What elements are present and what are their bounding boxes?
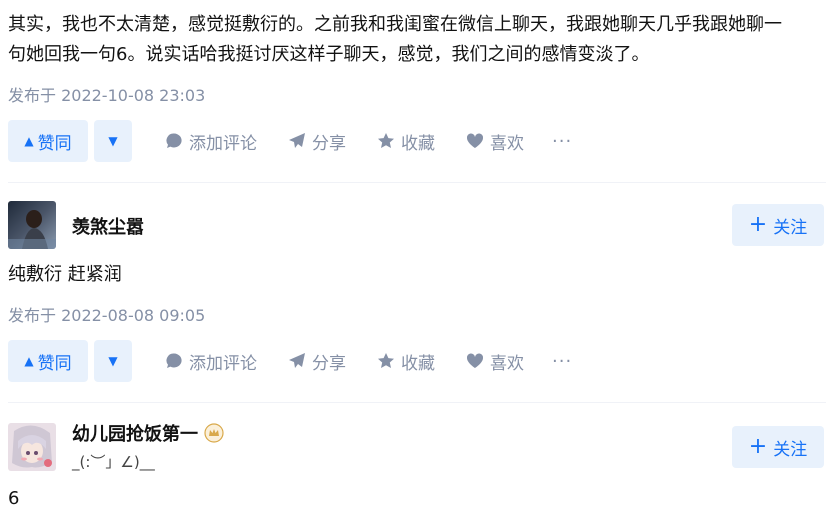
follow-label: 关注 [773,217,808,238]
downvote-button[interactable]: ▼ [94,120,132,162]
star-icon [376,131,396,151]
comment-button[interactable]: 添加评论 [164,349,257,374]
follow-label: 关注 [773,439,808,460]
share-icon [287,131,307,151]
comment-button[interactable]: 添加评论 [164,129,257,154]
answer-content-line: 其实，我也不太清楚，感觉挺敷衍的。之前我和我闺蜜在微信上聊天，我跟她聊天几乎我跟… [8,14,782,35]
plus-icon: + [748,434,768,459]
crown-badge-icon [204,423,224,443]
like-label: 喜欢 [490,133,524,154]
triangle-down-icon: ▼ [108,354,118,368]
upvote-button[interactable]: ▲ 赞同 [8,120,88,162]
heart-icon [465,131,485,151]
answer-content: 其实，我也不太清楚，感觉挺敷衍的。之前我和我闺蜜在微信上聊天，我跟她聊天几乎我跟… [8,10,828,70]
collect-label: 收藏 [401,133,435,154]
publish-time: 发布于 2022-10-08 23:03 [8,86,206,105]
divider [8,182,826,183]
share-label: 分享 [312,353,346,374]
comment-icon [164,131,184,151]
heart-icon [465,351,485,371]
comment-label: 添加评论 [189,133,257,154]
action-bar: ▲ 赞同 ▼ 添加评论 分享 收藏 喜欢 ··· [8,120,572,162]
downvote-button[interactable]: ▼ [94,340,132,382]
more-button[interactable]: ··· [552,351,572,372]
answer-content: 纯敷衍 赶紧润 [8,260,122,290]
comment-icon [164,351,184,371]
triangle-down-icon: ▼ [108,134,118,148]
divider [8,402,826,403]
like-button[interactable]: 喜欢 [465,349,524,374]
answer-content-line: 纯敷衍 赶紧润 [8,264,122,285]
answer-content-line: 6 [8,488,20,509]
answer-content: 6 [8,484,19,514]
publish-time: 发布于 2022-08-08 09:05 [8,306,206,325]
author-bio: _(:︶」∠)__ [72,453,155,471]
author-name[interactable]: 羡煞尘嚣 [72,213,144,239]
share-button[interactable]: 分享 [287,349,346,374]
like-button[interactable]: 喜欢 [465,129,524,154]
comment-label: 添加评论 [189,353,257,374]
avatar[interactable] [8,423,56,471]
upvote-button[interactable]: ▲ 赞同 [8,340,88,382]
avatar[interactable] [8,201,56,249]
plus-icon: + [748,212,768,237]
triangle-up-icon: ▲ [24,134,34,148]
follow-button[interactable]: + 关注 [732,204,824,246]
action-bar: ▲ 赞同 ▼ 添加评论 分享 收藏 喜欢 ··· [8,340,572,382]
collect-button[interactable]: 收藏 [376,129,435,154]
triangle-up-icon: ▲ [24,354,34,368]
author-row: 幼儿园抢饭第一 [72,420,224,446]
upvote-label: 赞同 [37,133,72,154]
star-icon [376,351,396,371]
follow-button[interactable]: + 关注 [732,426,824,468]
collect-button[interactable]: 收藏 [376,349,435,374]
share-icon [287,351,307,371]
answer-content-line: 句她回我一句6。说实话哈我挺讨厌这样子聊天，感觉，我们之间的感情变淡了。 [8,44,650,65]
share-button[interactable]: 分享 [287,129,346,154]
like-label: 喜欢 [490,353,524,374]
more-button[interactable]: ··· [552,131,572,152]
author-name[interactable]: 幼儿园抢饭第一 [72,420,198,446]
upvote-label: 赞同 [37,353,72,374]
collect-label: 收藏 [401,353,435,374]
share-label: 分享 [312,133,346,154]
